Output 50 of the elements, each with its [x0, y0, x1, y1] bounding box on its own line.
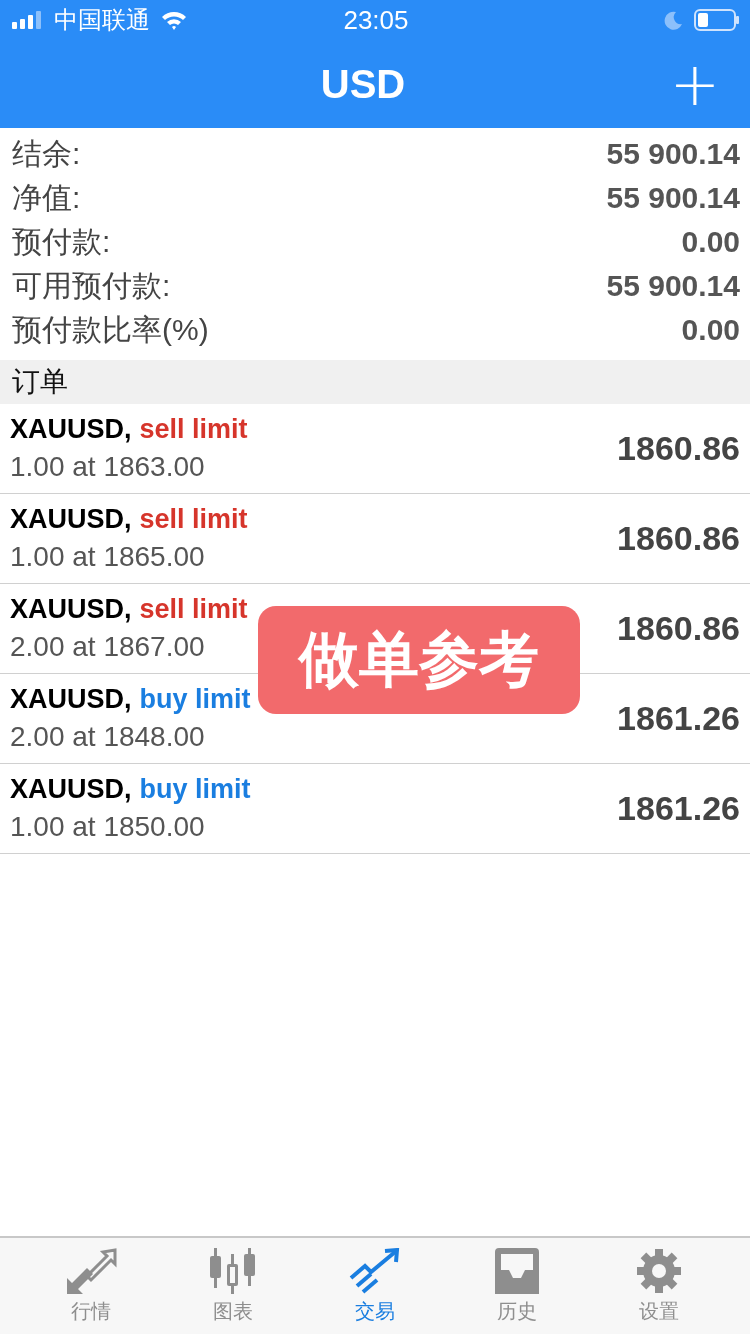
field-value: 0.00 — [681, 225, 740, 259]
wifi-icon — [160, 10, 188, 30]
order-volume: 2.00 at 1867.00 — [10, 631, 206, 663]
order-type: sell limit — [139, 594, 248, 625]
clock-time: 23:05 — [343, 4, 409, 36]
order-symbol: XAUUSD, — [10, 414, 132, 445]
order-row[interactable]: XAUUSD, buy limit 1.00 at 1850.00 1861.26 — [0, 764, 750, 854]
order-volume: 1.00 at 1863.00 — [10, 451, 206, 483]
add-button[interactable]: + — [663, 54, 726, 114]
carrier-name: 中国联通 — [54, 5, 150, 35]
order-type: buy limit — [139, 774, 251, 805]
order-symbol: XAUUSD, — [10, 684, 132, 715]
tab-item[interactable]: 历史 — [457, 1243, 577, 1329]
battery-icon — [694, 9, 740, 31]
section-header: 订单 — [12, 365, 68, 399]
trend-icon — [349, 1247, 401, 1294]
arrows-icon — [65, 1247, 117, 1294]
field-value: 55 900.14 — [606, 269, 740, 303]
order-type: sell limit — [139, 414, 248, 445]
order-symbol: XAUUSD, — [10, 774, 132, 805]
signal-icon — [12, 11, 44, 29]
order-symbol: XAUUSD, — [10, 594, 132, 625]
field-value: 0.00 — [681, 313, 740, 347]
field-label: 可用预付款: — [12, 267, 171, 304]
order-symbol: XAUUSD, — [10, 504, 132, 535]
order-price: 1860.86 — [617, 429, 740, 468]
field-label: 结余: — [12, 135, 81, 172]
order-volume: 1.00 at 1865.00 — [10, 541, 206, 573]
order-type: buy limit — [139, 684, 251, 715]
field-label: 预付款: — [12, 223, 111, 260]
screen-title: USD — [320, 61, 406, 107]
order-price: 1861.26 — [617, 789, 740, 828]
order-volume: 1.00 at 1850.00 — [10, 811, 206, 843]
moon-icon — [664, 10, 684, 30]
order-row[interactable]: XAUUSD, sell limit 1.00 at 1865.00 1860.86 — [0, 494, 750, 584]
order-row[interactable]: XAUUSD, sell limit 1.00 at 1863.00 1860.86 — [0, 404, 750, 494]
order-volume: 2.00 at 1848.00 — [10, 721, 206, 753]
tab-item[interactable]: 设置 — [599, 1243, 719, 1329]
tab-item[interactable]: 行情 — [31, 1243, 151, 1329]
field-value: 55 900.14 — [606, 181, 740, 215]
tab-item[interactable]: 图表 — [173, 1243, 293, 1329]
field-label: 预付款比率(%) — [12, 311, 209, 348]
order-price: 1861.26 — [617, 699, 740, 738]
overlay-label: 做单参考 — [258, 606, 580, 714]
tab-item[interactable]: 交易 — [315, 1243, 435, 1329]
order-type: sell limit — [139, 504, 248, 535]
order-price: 1860.86 — [617, 519, 740, 558]
order-price: 1860.86 — [617, 609, 740, 648]
field-label: 净值: — [12, 179, 81, 216]
field-value: 55 900.14 — [606, 137, 740, 171]
